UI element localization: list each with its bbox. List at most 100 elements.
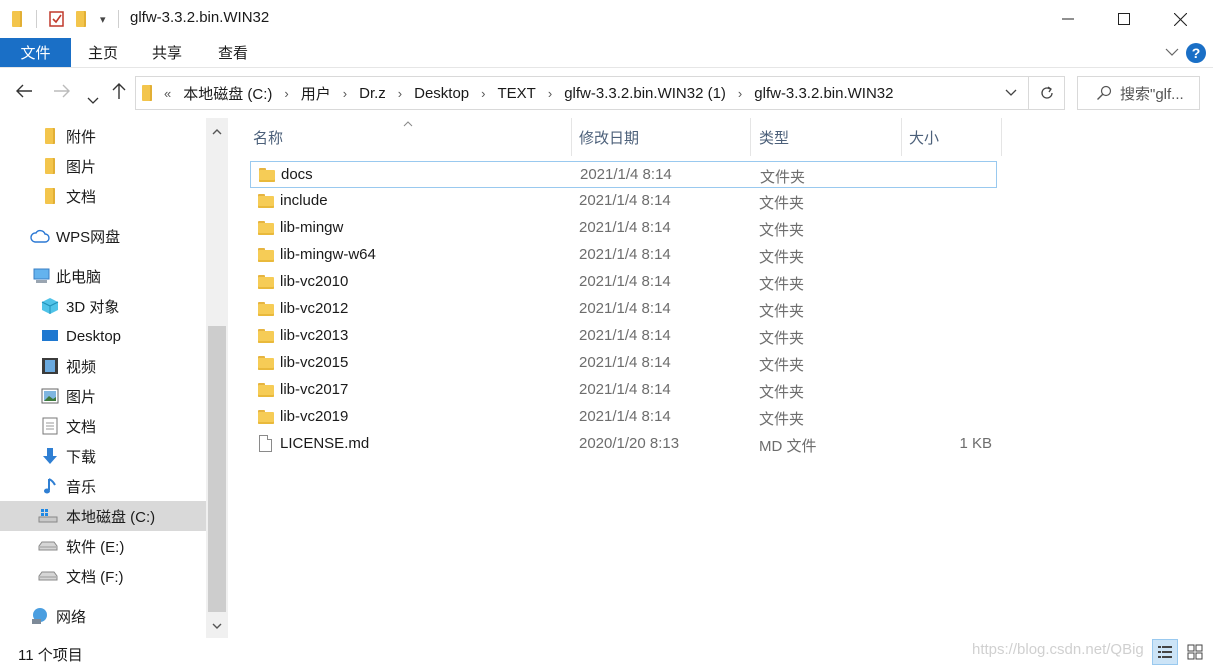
scroll-up-arrow-icon[interactable] bbox=[206, 122, 228, 142]
address-bar[interactable]: « 本地磁盘 (C:) › 用户 › Dr.z › Desktop › TEXT… bbox=[135, 76, 1065, 110]
back-arrow-icon[interactable] bbox=[14, 81, 34, 107]
file-date: 2021/1/4 8:14 bbox=[579, 300, 671, 317]
large-icons-view-button[interactable] bbox=[1182, 639, 1208, 665]
breadcrumb-drive-c[interactable]: 本地磁盘 (C:) bbox=[177, 83, 278, 104]
table-row[interactable]: lib-vc2010 2021/1/4 8:14 文件夹 bbox=[250, 269, 997, 296]
breadcrumb-separator-icon[interactable]: › bbox=[732, 86, 748, 101]
breadcrumb-desktop[interactable]: Desktop bbox=[408, 85, 475, 102]
breadcrumb-separator-icon[interactable]: › bbox=[278, 86, 294, 101]
expand-ribbon-chevron-icon[interactable] bbox=[1165, 44, 1179, 60]
close-button[interactable] bbox=[1152, 0, 1208, 38]
breadcrumb-separator-icon[interactable]: › bbox=[337, 86, 353, 101]
sidebar-item-documents[interactable]: 文档 bbox=[0, 411, 206, 441]
sidebar-item-3d-objects[interactable]: 3D 对象 bbox=[0, 291, 206, 321]
overflow-chevron-icon[interactable]: « bbox=[152, 86, 177, 101]
tab-home[interactable]: 主页 bbox=[76, 38, 130, 67]
table-row[interactable]: lib-vc2019 2021/1/4 8:14 文件夹 bbox=[250, 404, 997, 431]
tab-view[interactable]: 查看 bbox=[206, 38, 260, 67]
folder-icon bbox=[258, 410, 274, 428]
folder-icon bbox=[258, 248, 274, 266]
file-type: 文件夹 bbox=[760, 169, 806, 186]
table-row[interactable]: lib-vc2013 2021/1/4 8:14 文件夹 bbox=[250, 323, 997, 350]
breadcrumb-separator-icon[interactable]: › bbox=[542, 86, 558, 101]
search-input[interactable]: 搜索"glf... bbox=[1077, 76, 1200, 110]
properties-icon[interactable] bbox=[48, 9, 66, 29]
sidebar-item-label: 音乐 bbox=[66, 478, 97, 496]
breadcrumb-text[interactable]: TEXT bbox=[492, 85, 542, 102]
sidebar-item-drive-e[interactable]: 软件 (E:) bbox=[0, 531, 206, 561]
sidebar-item-pictures[interactable]: 图片 bbox=[0, 381, 206, 411]
table-row[interactable]: lib-vc2015 2021/1/4 8:14 文件夹 bbox=[250, 350, 997, 377]
forward-arrow-icon[interactable] bbox=[52, 81, 72, 107]
table-row[interactable]: lib-mingw-w64 2021/1/4 8:14 文件夹 bbox=[250, 242, 997, 269]
windows-drive-icon bbox=[38, 506, 58, 526]
customize-toolbar-chevron-icon[interactable]: ▾ bbox=[100, 9, 106, 29]
new-folder-icon[interactable] bbox=[76, 9, 86, 29]
refresh-icon[interactable] bbox=[1028, 77, 1064, 109]
file-name: lib-mingw-w64 bbox=[280, 246, 376, 263]
table-row[interactable]: docs 2021/1/4 8:14 文件夹 bbox=[250, 161, 997, 188]
breadcrumb-separator-icon[interactable]: › bbox=[475, 86, 491, 101]
scroll-down-arrow-icon[interactable] bbox=[206, 616, 228, 636]
table-row[interactable]: lib-vc2012 2021/1/4 8:14 文件夹 bbox=[250, 296, 997, 323]
breadcrumb-users[interactable]: 用户 bbox=[295, 83, 337, 104]
file-type: 文件夹 bbox=[759, 222, 805, 239]
column-header-name[interactable]: 名称 bbox=[253, 118, 571, 156]
address-dropdown-chevron-icon[interactable] bbox=[996, 77, 1026, 109]
file-icon bbox=[259, 435, 272, 456]
sidebar-item-pictures-quick[interactable]: 图片 bbox=[0, 151, 206, 181]
scrollbar-thumb[interactable] bbox=[208, 326, 226, 612]
table-row[interactable]: lib-mingw 2021/1/4 8:14 文件夹 bbox=[250, 215, 997, 242]
video-icon bbox=[40, 356, 60, 376]
breadcrumb-user[interactable]: Dr.z bbox=[353, 85, 392, 102]
sidebar-item-wps-cloud[interactable]: WPS网盘 bbox=[0, 221, 206, 251]
file-type: 文件夹 bbox=[759, 249, 805, 266]
up-arrow-icon[interactable] bbox=[109, 81, 129, 107]
sidebar-scrollbar[interactable] bbox=[206, 118, 228, 638]
tab-share[interactable]: 共享 bbox=[140, 38, 194, 67]
music-icon bbox=[40, 476, 60, 496]
tab-file[interactable]: 文件 bbox=[0, 38, 71, 67]
column-header-type[interactable]: 类型 bbox=[759, 118, 901, 156]
folder-icon bbox=[142, 85, 152, 101]
sidebar-item-drive-c[interactable]: 本地磁盘 (C:) bbox=[0, 501, 206, 531]
file-type: 文件夹 bbox=[759, 411, 805, 428]
table-row[interactable]: LICENSE.md 2020/1/20 8:13 MD 文件 1 KB bbox=[250, 431, 997, 458]
breadcrumb-glfw-current[interactable]: glfw-3.3.2.bin.WIN32 bbox=[748, 85, 899, 102]
sidebar-item-this-pc[interactable]: 此电脑 bbox=[0, 261, 206, 291]
details-view-button[interactable] bbox=[1152, 639, 1178, 665]
sidebar-item-downloads[interactable]: 下载 bbox=[0, 441, 206, 471]
file-date: 2021/1/4 8:14 bbox=[580, 166, 672, 183]
sidebar-item-drive-f[interactable]: 文档 (F:) bbox=[0, 561, 206, 591]
documents-icon bbox=[40, 416, 60, 436]
sidebar-item-attachments[interactable]: 附件 bbox=[0, 121, 206, 151]
file-type: 文件夹 bbox=[759, 384, 805, 401]
sidebar-item-desktop[interactable]: Desktop bbox=[0, 321, 206, 351]
sidebar-item-label: 软件 (E:) bbox=[66, 538, 125, 556]
breadcrumb-glfw-parent[interactable]: glfw-3.3.2.bin.WIN32 (1) bbox=[558, 85, 732, 102]
table-row[interactable]: lib-vc2017 2021/1/4 8:14 文件夹 bbox=[250, 377, 997, 404]
folder-icon bbox=[258, 221, 274, 239]
file-date: 2020/1/20 8:13 bbox=[579, 435, 680, 452]
sidebar-item-documents-quick[interactable]: 文档 bbox=[0, 181, 206, 211]
column-header-date[interactable]: 修改日期 bbox=[579, 118, 750, 156]
sidebar-item-videos[interactable]: 视频 bbox=[0, 351, 206, 381]
maximize-button[interactable] bbox=[1096, 0, 1152, 38]
download-icon bbox=[40, 446, 60, 466]
file-name: lib-vc2013 bbox=[280, 327, 349, 344]
file-type: 文件夹 bbox=[759, 276, 805, 293]
status-bar: 11 个项目 https://blog.csdn.net/QBig bbox=[0, 638, 1213, 668]
minimize-button[interactable] bbox=[1040, 0, 1096, 38]
column-header-size[interactable]: 大小 bbox=[909, 118, 1001, 156]
recent-locations-chevron-icon[interactable] bbox=[87, 88, 99, 111]
sidebar-item-label: 本地磁盘 (C:) bbox=[66, 508, 156, 526]
help-icon[interactable]: ? bbox=[1186, 43, 1206, 63]
folder-icon bbox=[40, 126, 60, 146]
computer-icon bbox=[32, 266, 52, 286]
breadcrumb-separator-icon[interactable]: › bbox=[392, 86, 408, 101]
sidebar-item-label: 图片 bbox=[66, 158, 97, 176]
sidebar-item-network[interactable]: 网络 bbox=[0, 601, 206, 631]
folder-icon bbox=[258, 356, 274, 374]
sidebar-item-music[interactable]: 音乐 bbox=[0, 471, 206, 501]
table-row[interactable]: include 2021/1/4 8:14 文件夹 bbox=[250, 188, 997, 215]
